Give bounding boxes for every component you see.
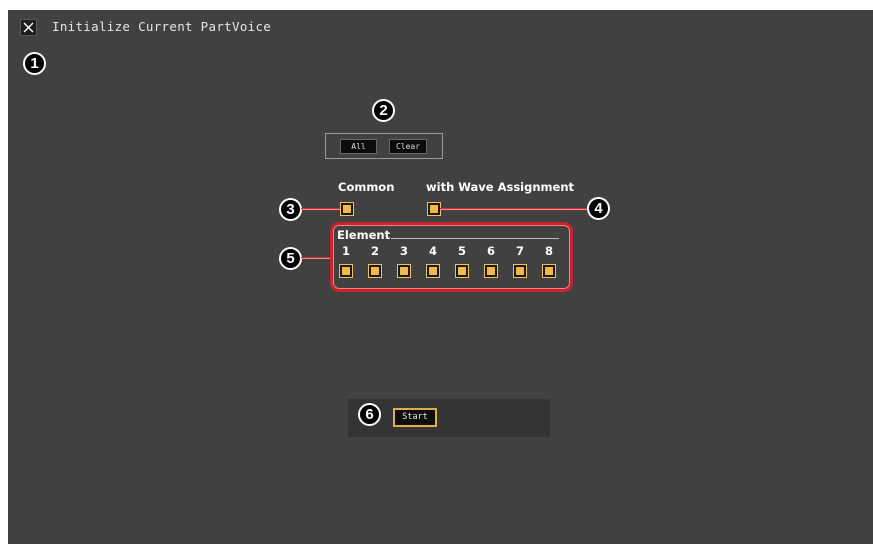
callout-3: 3 — [279, 198, 302, 221]
wave-assignment-checkbox[interactable] — [427, 202, 441, 216]
element-title: Element — [337, 228, 391, 242]
element-checkbox-7[interactable] — [513, 264, 527, 278]
callout-3-leader — [301, 208, 341, 210]
callout-2: 2 — [372, 99, 395, 122]
callout-4-leader — [440, 208, 588, 210]
callout-5: 5 — [279, 247, 302, 270]
select-buttons-group: All Clear — [325, 133, 443, 159]
element-number-8: 8 — [544, 244, 553, 258]
element-divider — [391, 238, 559, 239]
element-checkbox-1[interactable] — [339, 264, 353, 278]
close-button[interactable] — [20, 19, 37, 36]
callout-5-leader — [301, 257, 331, 259]
element-checkbox-4[interactable] — [426, 264, 440, 278]
common-label: Common — [338, 180, 395, 194]
element-checkbox-2[interactable] — [368, 264, 382, 278]
callout-1: 1 — [23, 52, 46, 75]
all-button[interactable]: All — [340, 139, 377, 154]
element-checkbox-5[interactable] — [455, 264, 469, 278]
element-checkbox-6[interactable] — [484, 264, 498, 278]
element-number-5: 5 — [457, 244, 466, 258]
close-x-icon — [23, 22, 34, 33]
common-checkbox[interactable] — [340, 202, 354, 216]
wave-assignment-label: with Wave Assignment — [426, 180, 575, 194]
element-number-3: 3 — [399, 244, 408, 258]
clear-button[interactable]: Clear — [389, 139, 427, 154]
dialog-title: Initialize Current PartVoice — [52, 19, 272, 34]
callout-6: 6 — [358, 403, 381, 426]
element-checkbox-8[interactable] — [542, 264, 556, 278]
callout-4: 4 — [587, 197, 610, 220]
element-number-4: 4 — [428, 244, 437, 258]
element-number-2: 2 — [370, 244, 379, 258]
element-number-1: 1 — [341, 244, 350, 258]
start-button[interactable]: Start — [393, 408, 437, 427]
element-checkbox-3[interactable] — [397, 264, 411, 278]
element-number-7: 7 — [515, 244, 524, 258]
element-number-6: 6 — [486, 244, 495, 258]
